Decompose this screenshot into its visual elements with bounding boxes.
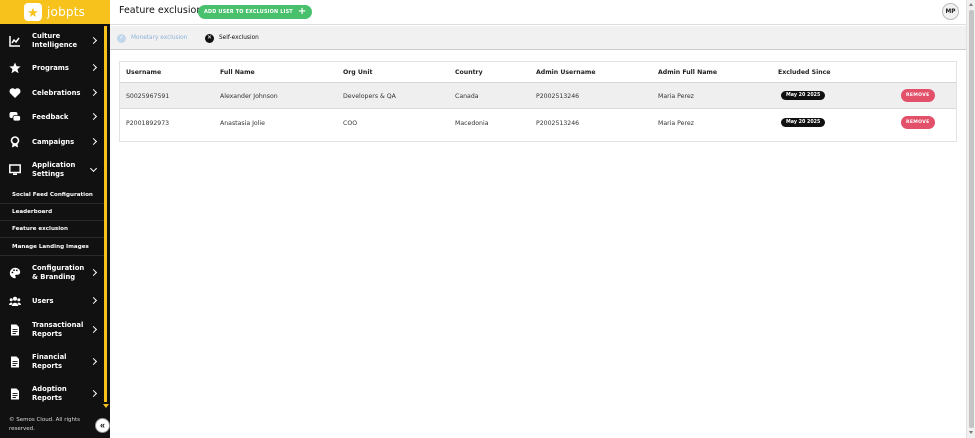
sidebar-subitem-social-feed-configuration[interactable]: Social Feed Configuration xyxy=(0,187,104,204)
sidebar-item-culture-intelligence[interactable]: Culture Intelligence xyxy=(0,29,104,53)
column-header-full-name[interactable]: Full Name xyxy=(220,69,255,76)
page-title: Feature exclusion xyxy=(119,5,203,16)
sidebar-item-users[interactable]: Users xyxy=(0,292,104,310)
top-header: Feature exclusion ADD USER TO EXCLUSION … xyxy=(110,0,966,25)
sidebar: ★ jobpts Culture Intelligence Programs C… xyxy=(0,0,110,438)
sidebar-item-label: Campaigns xyxy=(32,138,75,146)
exclusion-tabs: ✓ Monetary exclusion ✕ Self-exclusion xyxy=(110,26,966,50)
tab-self-exclusion[interactable]: ✕ Self-exclusion xyxy=(205,26,259,50)
chart-icon xyxy=(9,35,21,47)
excluded-since-badge: May 20 2025 xyxy=(781,91,826,100)
cell-full-name: Anastasia Jolie xyxy=(220,120,265,127)
sidebar-item-label: Culture Intelligence xyxy=(32,32,78,49)
column-header-admin-username[interactable]: Admin Username xyxy=(536,69,596,76)
logo[interactable]: ★ jobpts xyxy=(0,0,110,24)
cell-admin-username: P2002513246 xyxy=(536,120,580,127)
sidebar-item-label: Adoption Reports xyxy=(32,385,67,402)
chevron-right-icon xyxy=(89,325,98,334)
sidebar-item-adoption-reports[interactable]: Adoption Reports xyxy=(0,382,104,406)
scrollbar-thumb[interactable] xyxy=(969,10,974,428)
heart-icon xyxy=(9,87,21,99)
star-logo-icon: ★ xyxy=(24,3,42,21)
tab-monetary-exclusion[interactable]: ✓ Monetary exclusion xyxy=(117,26,187,50)
cell-admin-full-name: Maria Perez xyxy=(658,120,694,127)
scroll-down-arrow-icon[interactable] xyxy=(103,404,109,408)
scroll-up-arrow-icon[interactable] xyxy=(969,3,973,6)
cell-org-unit: COO xyxy=(343,120,358,127)
tab-label: Monetary exclusion xyxy=(131,35,188,41)
cell-admin-full-name: Maria Perez xyxy=(658,93,694,100)
column-header-admin-full-name[interactable]: Admin Full Name xyxy=(658,69,717,76)
sidebar-item-label: Users xyxy=(32,297,54,305)
column-header-country[interactable]: Country xyxy=(455,69,483,76)
sidebar-subitem-manage-landing-images[interactable]: Manage Landing Images xyxy=(0,239,104,256)
cell-country: Canada xyxy=(455,93,479,100)
document-icon xyxy=(9,388,21,400)
cell-username: P2001892973 xyxy=(126,120,170,127)
star-icon xyxy=(9,62,21,74)
cell-admin-username: P2002513246 xyxy=(536,93,580,100)
cell-full-name: Alexander Johnson xyxy=(220,93,278,100)
add-user-to-exclusion-list-button[interactable]: ADD USER TO EXCLUSION LIST + xyxy=(198,5,313,19)
chevron-right-icon xyxy=(89,88,98,97)
chevron-down-icon xyxy=(89,164,98,173)
document-icon xyxy=(9,324,21,336)
remove-button[interactable]: REMOVE xyxy=(901,116,935,129)
sidebar-item-programs[interactable]: Programs xyxy=(0,59,104,77)
exclusion-table: Username Full Name Org Unit Country Admi… xyxy=(119,61,957,142)
close-circle-icon: ✕ xyxy=(205,33,214,43)
chevron-right-icon xyxy=(89,357,98,366)
sidebar-item-label: Feedback xyxy=(32,113,69,121)
chat-icon xyxy=(9,111,21,123)
table-row: P2001892973 Anastasia Jolie COO Macedoni… xyxy=(120,110,956,136)
sidebar-scrollbar[interactable] xyxy=(104,26,107,402)
chevron-right-icon xyxy=(89,112,98,121)
column-header-excluded-since[interactable]: Excluded Since xyxy=(778,69,830,76)
sidebar-item-label: Configuration & Branding xyxy=(32,264,85,281)
chevron-right-icon xyxy=(89,268,98,277)
sidebar-item-campaigns[interactable]: Campaigns xyxy=(0,133,104,151)
column-header-org-unit[interactable]: Org Unit xyxy=(343,69,372,76)
cell-username: S0025967591 xyxy=(126,93,170,100)
chevron-right-icon xyxy=(89,36,98,45)
sidebar-item-financial-reports[interactable]: Financial Reports xyxy=(0,350,104,374)
sidebar-subitem-feature-exclusion[interactable]: Feature exclusion xyxy=(0,221,104,238)
sidebar-item-application-settings[interactable]: Application Settings xyxy=(0,158,104,182)
award-icon xyxy=(9,136,21,148)
document-icon xyxy=(9,356,21,368)
scroll-down-arrow-icon[interactable] xyxy=(969,431,973,434)
avatar[interactable]: MP xyxy=(942,3,959,20)
sidebar-item-feedback[interactable]: Feedback xyxy=(0,108,104,126)
column-header-username[interactable]: Username xyxy=(126,69,161,76)
monitor-icon xyxy=(9,164,21,176)
sidebar-item-label: Transactional Reports xyxy=(32,321,84,338)
excluded-since-badge: May 20 2025 xyxy=(781,118,826,127)
sidebar-item-configuration-branding[interactable]: Configuration & Branding xyxy=(0,261,104,285)
chevron-right-icon xyxy=(89,63,98,72)
sidebar-item-label: Programs xyxy=(32,64,69,72)
chevron-right-icon xyxy=(89,296,98,305)
cell-country: Macedonia xyxy=(455,120,489,127)
check-circle-icon: ✓ xyxy=(117,33,126,43)
sidebar-item-label: Application Settings xyxy=(32,161,76,178)
sidebar-item-celebrations[interactable]: Celebrations xyxy=(0,84,104,102)
plus-icon: + xyxy=(297,6,307,17)
palette-icon xyxy=(9,267,21,279)
tab-label: Self-exclusion xyxy=(219,35,259,41)
sidebar-item-label: Financial Reports xyxy=(32,353,67,370)
table-row: S0025967591 Alexander Johnson Developers… xyxy=(120,83,956,109)
chevron-right-icon xyxy=(89,389,98,398)
copyright-text: © Semos Cloud. All rights reserved. xyxy=(9,417,81,432)
logo-text: jobpts xyxy=(47,5,86,19)
sidebar-item-label: Celebrations xyxy=(32,89,81,97)
sidebar-item-transactional-reports[interactable]: Transactional Reports xyxy=(0,318,104,342)
cell-org-unit: Developers & QA xyxy=(343,93,396,100)
chevron-right-icon xyxy=(89,137,98,146)
add-button-label: ADD USER TO EXCLUSION LIST xyxy=(204,9,293,15)
users-icon xyxy=(9,295,21,307)
sidebar-subitem-leaderboard[interactable]: Leaderboard xyxy=(0,204,104,221)
remove-button[interactable]: REMOVE xyxy=(901,89,935,102)
page-scrollbar[interactable] xyxy=(966,0,975,438)
collapse-sidebar-button[interactable]: « xyxy=(95,418,110,433)
